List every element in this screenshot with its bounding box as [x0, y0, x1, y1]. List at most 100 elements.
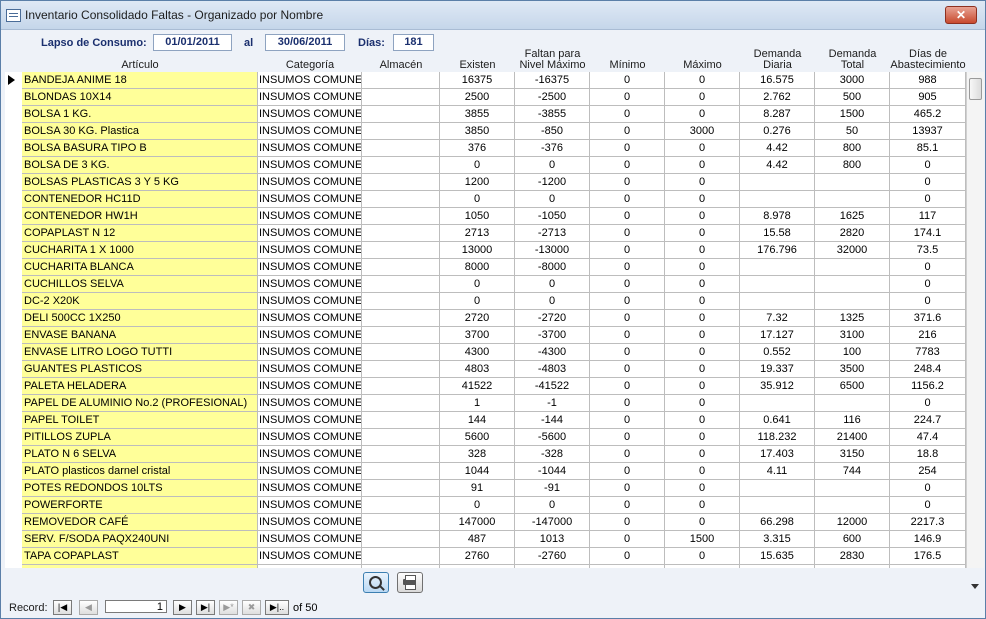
cell-existen[interactable]: 1044: [440, 463, 515, 479]
cell-articulo[interactable]: PLATO plasticos darnel cristal: [22, 463, 258, 479]
table-row[interactable]: BOLSA BASURA TIPO B INSUMOS COMUNE 376 -376…: [22, 140, 966, 157]
cell-articulo[interactable]: CONTENEDOR HC11D: [22, 191, 258, 207]
cell-categoria[interactable]: INSUMOS COMUNE: [258, 310, 362, 326]
cell-minimo[interactable]: 0: [590, 514, 665, 530]
cell-demanda-total[interactable]: 400: [815, 565, 890, 568]
cell-faltan[interactable]: -1200: [515, 174, 590, 190]
cell-articulo[interactable]: CUCHARITA BLANCA: [22, 259, 258, 275]
cell-articulo[interactable]: BOLSA DE 3 KG.: [22, 157, 258, 173]
cell-minimo[interactable]: 0: [590, 548, 665, 564]
cell-articulo[interactable]: PITILLOS ZUPLA: [22, 429, 258, 445]
table-row[interactable]: PLATO N 6 SELVA INSUMOS COMUNE 328 -328 0 0 17…: [22, 446, 966, 463]
first-record-button[interactable]: |◀: [53, 600, 72, 615]
cell-categoria[interactable]: INSUMOS COMUNE: [258, 123, 362, 139]
cell-dias-abast[interactable]: 254: [890, 463, 966, 479]
cell-demanda-total[interactable]: 32000: [815, 242, 890, 258]
cell-minimo[interactable]: 0: [590, 429, 665, 445]
cell-minimo[interactable]: 0: [590, 174, 665, 190]
table-row[interactable]: TAPA NO. 8INSUMOS COMUNE2325-2325002.214…: [22, 565, 966, 568]
cell-existen[interactable]: 2760: [440, 548, 515, 564]
cell-existen[interactable]: 2500: [440, 89, 515, 105]
cell-existen[interactable]: 487: [440, 531, 515, 547]
cell-almacen[interactable]: [362, 89, 440, 105]
cell-dias-abast[interactable]: 905: [890, 89, 966, 105]
cell-demanda-total[interactable]: [815, 174, 890, 190]
cell-categoria[interactable]: INSUMOS COMUNE: [258, 497, 362, 513]
cell-demanda-total[interactable]: [815, 293, 890, 309]
cell-articulo[interactable]: DELI 500CC 1X250: [22, 310, 258, 326]
cell-faltan[interactable]: 0: [515, 293, 590, 309]
cell-faltan[interactable]: -2720: [515, 310, 590, 326]
cell-maximo[interactable]: 0: [665, 174, 740, 190]
cell-demanda-diaria[interactable]: 66.298: [740, 514, 815, 530]
cell-articulo[interactable]: ENVASE BANANA: [22, 327, 258, 343]
cell-minimo[interactable]: 0: [590, 412, 665, 428]
cell-almacen[interactable]: [362, 276, 440, 292]
filter-button[interactable]: ✖: [242, 600, 261, 615]
cell-dias-abast[interactable]: 248.4: [890, 361, 966, 377]
cell-articulo[interactable]: TAPA COPAPLAST: [22, 548, 258, 564]
cell-dias-abast[interactable]: 0: [890, 480, 966, 496]
cell-existen[interactable]: 147000: [440, 514, 515, 530]
cell-demanda-diaria[interactable]: 0.552: [740, 344, 815, 360]
cell-dias-abast[interactable]: 988: [890, 72, 966, 88]
cell-dias-abast[interactable]: 0: [890, 293, 966, 309]
cell-categoria[interactable]: INSUMOS COMUNE: [258, 548, 362, 564]
cell-faltan[interactable]: -13000: [515, 242, 590, 258]
cell-categoria[interactable]: INSUMOS COMUNE: [258, 327, 362, 343]
cell-demanda-total[interactable]: [815, 395, 890, 411]
cell-faltan[interactable]: -147000: [515, 514, 590, 530]
cell-demanda-diaria[interactable]: 0.641: [740, 412, 815, 428]
cell-dias-abast[interactable]: 371.6: [890, 310, 966, 326]
cell-categoria[interactable]: INSUMOS COMUNE: [258, 395, 362, 411]
cell-existen[interactable]: 2720: [440, 310, 515, 326]
cell-demanda-total[interactable]: 800: [815, 157, 890, 173]
last-record-button[interactable]: ▶|: [196, 600, 215, 615]
table-row[interactable]: DELI 500CC 1X250 INSUMOS COMUNE 2720 -2720 0…: [22, 310, 966, 327]
cell-demanda-total[interactable]: 800: [815, 140, 890, 156]
cell-demanda-diaria[interactable]: 4.11: [740, 463, 815, 479]
table-row[interactable]: CONTENEDOR HW1H INSUMOS COMUNE 1050 -1050 0 0…: [22, 208, 966, 225]
cell-minimo[interactable]: 0: [590, 106, 665, 122]
cell-faltan[interactable]: -2325: [515, 565, 590, 568]
table-row[interactable]: BLONDAS 10X14 INSUMOS COMUNE 2500 -2500 0 0 2.…: [22, 89, 966, 106]
cell-demanda-total[interactable]: 1325: [815, 310, 890, 326]
cell-dias-abast[interactable]: 73.5: [890, 242, 966, 258]
table-row[interactable]: CONTENEDOR HC11D INSUMOS COMUNE 0 0 0 0 0: [22, 191, 966, 208]
cell-existen[interactable]: 1200: [440, 174, 515, 190]
cell-maximo[interactable]: 0: [665, 361, 740, 377]
cell-demanda-diaria[interactable]: 7.32: [740, 310, 815, 326]
cell-demanda-diaria[interactable]: 8.978: [740, 208, 815, 224]
table-row[interactable]: BOLSA 1 KG. INSUMOS COMUNE 3855 -3855 0 0 8.28…: [22, 106, 966, 123]
preview-button[interactable]: [363, 572, 389, 593]
cell-almacen[interactable]: [362, 395, 440, 411]
cell-demanda-total[interactable]: 600: [815, 531, 890, 547]
cell-demanda-diaria[interactable]: 8.287: [740, 106, 815, 122]
cell-demanda-total[interactable]: [815, 276, 890, 292]
cell-demanda-total[interactable]: [815, 259, 890, 275]
cell-minimo[interactable]: 0: [590, 395, 665, 411]
cell-maximo[interactable]: 1500: [665, 531, 740, 547]
record-selector-column[interactable]: [5, 72, 23, 568]
cell-minimo[interactable]: 0: [590, 259, 665, 275]
table-row[interactable]: BOLSA DE 3 KG. INSUMOS COMUNE 0 0 0 0 4.42 800 0: [22, 157, 966, 174]
cell-existen[interactable]: 2325: [440, 565, 515, 568]
cell-maximo[interactable]: 0: [665, 242, 740, 258]
cell-articulo[interactable]: ENVASE LITRO LOGO TUTTI: [22, 344, 258, 360]
cell-maximo[interactable]: 0: [665, 327, 740, 343]
cell-demanda-total[interactable]: 21400: [815, 429, 890, 445]
cell-minimo[interactable]: 0: [590, 225, 665, 241]
cell-demanda-total[interactable]: 6500: [815, 378, 890, 394]
cell-existen[interactable]: 0: [440, 293, 515, 309]
cell-maximo[interactable]: 0: [665, 480, 740, 496]
cell-minimo[interactable]: 0: [590, 378, 665, 394]
cell-existen[interactable]: 1050: [440, 208, 515, 224]
cell-demanda-diaria[interactable]: [740, 276, 815, 292]
table-row[interactable]: COPAPLAST N 12 INSUMOS COMUNE 2713 -2713 0 0 1…: [22, 225, 966, 242]
cell-articulo[interactable]: BOLSAS PLASTICAS 3 Y 5 KG: [22, 174, 258, 190]
cell-maximo[interactable]: 0: [665, 89, 740, 105]
cell-maximo[interactable]: 0: [665, 378, 740, 394]
cell-faltan[interactable]: -3700: [515, 327, 590, 343]
cell-faltan[interactable]: 0: [515, 276, 590, 292]
cell-dias-abast[interactable]: 0: [890, 395, 966, 411]
